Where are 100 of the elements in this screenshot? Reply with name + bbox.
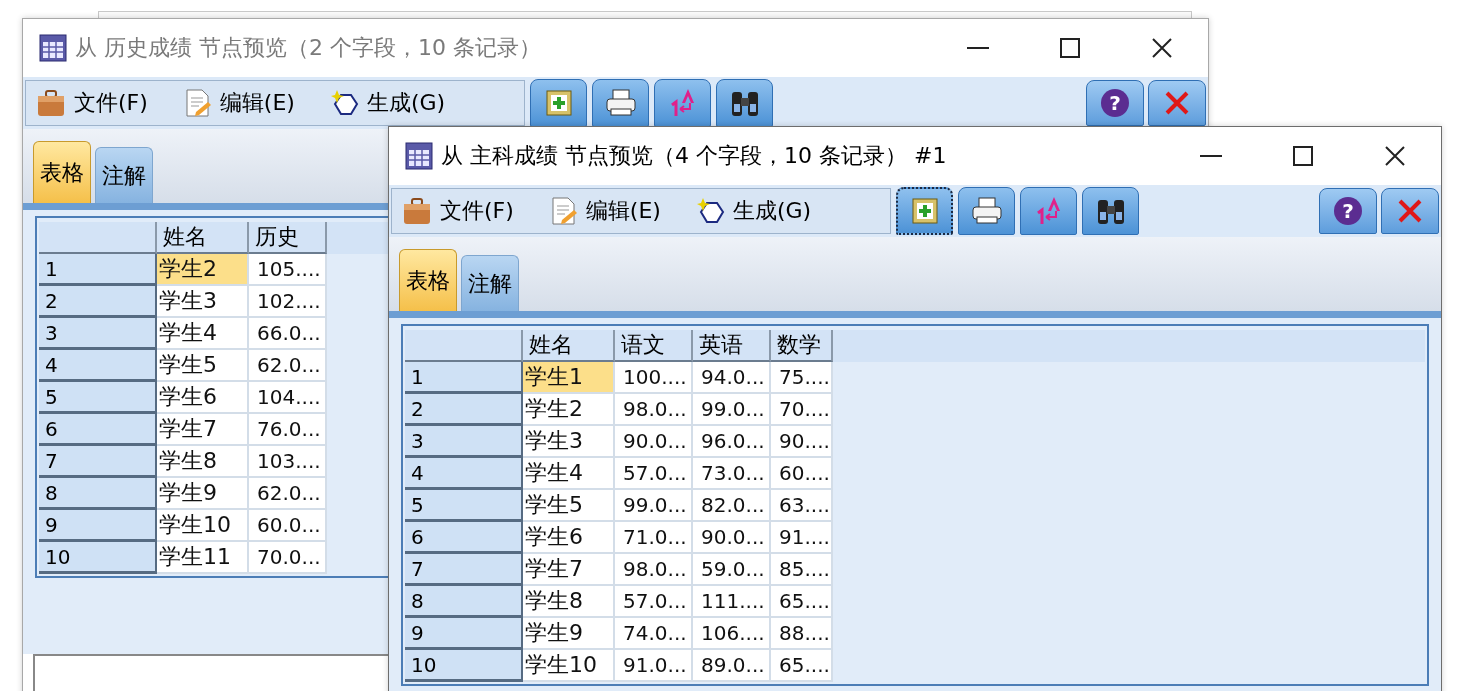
sparkle-hexagon-icon [330, 89, 359, 117]
table-cell: 88.... [771, 618, 833, 650]
table-cell: 70.... [771, 394, 833, 426]
toolbar-button[interactable] [896, 187, 953, 235]
printer-icon [970, 197, 1003, 225]
row-number: 5 [39, 382, 157, 414]
table-cell: 学生3 [157, 286, 249, 318]
row-number: 8 [39, 478, 157, 510]
table-cell: 学生6 [523, 522, 615, 554]
table-cell: 99.0... [615, 490, 693, 522]
table-cell: 90.0... [615, 426, 693, 458]
table-cell: 74.0... [615, 618, 693, 650]
maximize-icon[interactable] [1060, 38, 1080, 58]
row-number: 5 [405, 490, 523, 522]
table-cell: 学生5 [523, 490, 615, 522]
row-number: 1 [39, 254, 157, 286]
row-number: 10 [405, 650, 523, 682]
table-cell: 111.... [693, 586, 771, 618]
help-button[interactable]: ? [1086, 80, 1144, 126]
table-cell: 60.... [771, 458, 833, 490]
menu-item[interactable]: 文件(F) [440, 196, 514, 226]
menu-item[interactable]: 编辑(E) [585, 196, 661, 226]
row-number: 8 [405, 586, 523, 618]
table-cell: 学生7 [523, 554, 615, 586]
row-number: 6 [405, 522, 523, 554]
table-cell: 100.... [615, 362, 693, 394]
table-cell: 65.... [771, 586, 833, 618]
row-number: 1 [405, 362, 523, 394]
table-cell: 85.... [771, 554, 833, 586]
window-title: 从 主科成绩 节点预览（4 个字段，10 条记录） #1 [441, 142, 948, 170]
menu-item[interactable]: 生成(G) [366, 88, 446, 118]
table-cell: 学生8 [157, 446, 249, 478]
table-cell: 90.0... [693, 522, 771, 554]
table-cell: 63.... [771, 490, 833, 522]
table-cell: 学生5 [157, 350, 249, 382]
tab[interactable]: 表格 [399, 249, 457, 311]
table-cell: 104.... [249, 382, 327, 414]
menu-item[interactable]: 编辑(E) [219, 88, 295, 118]
tab[interactable]: 表格 [33, 141, 91, 203]
row-number: 9 [39, 510, 157, 542]
close-icon[interactable] [1152, 38, 1172, 58]
table-cell: 57.0... [615, 586, 693, 618]
row-number: 6 [39, 414, 157, 446]
document-pencil-icon [183, 88, 212, 118]
table-cell: 62.0... [249, 350, 327, 382]
column-header[interactable]: 姓名 [523, 330, 615, 362]
tab[interactable]: 注解 [95, 147, 153, 203]
table-cell: 91.0... [615, 650, 693, 682]
table-cell: 91.... [771, 522, 833, 554]
menu-item[interactable]: 文件(F) [74, 88, 148, 118]
table-cell: 学生9 [523, 618, 615, 650]
table-cell: 学生10 [157, 510, 249, 542]
row-number: 9 [405, 618, 523, 650]
row-number: 4 [39, 350, 157, 382]
row-number: 3 [405, 426, 523, 458]
table-cell: 103.... [249, 446, 327, 478]
table-cell: 学生9 [157, 478, 249, 510]
table-cell: 82.0... [693, 490, 771, 522]
toolbar-button[interactable] [1082, 187, 1139, 235]
close-icon[interactable] [1385, 146, 1405, 166]
table-cell: 62.0... [249, 478, 327, 510]
close-button[interactable] [1381, 188, 1439, 234]
help-button[interactable]: ? [1319, 188, 1377, 234]
table-cell: 94.0... [693, 362, 771, 394]
window-title: 从 历史成绩 节点预览（2 个字段，10 条记录） [75, 34, 542, 62]
row-number: 4 [405, 458, 523, 490]
row-number: 3 [39, 318, 157, 350]
table-cell: 学生10 [523, 650, 615, 682]
close-icon [1164, 90, 1190, 116]
column-header[interactable]: 语文 [615, 330, 693, 362]
table-cell: 75.... [771, 362, 833, 394]
maximize-icon[interactable] [1293, 146, 1313, 166]
briefcase-icon [402, 196, 432, 226]
table-cell: 89.0... [693, 650, 771, 682]
table-cell: 105.... [249, 254, 327, 286]
column-header[interactable]: 姓名 [157, 222, 249, 254]
close-icon [1397, 198, 1423, 224]
table-cell: 学生3 [523, 426, 615, 458]
toolbar-button[interactable] [716, 79, 773, 127]
tab[interactable]: 注解 [461, 255, 519, 311]
table-cell: 71.0... [615, 522, 693, 554]
printer-icon [604, 89, 637, 117]
menu-item[interactable]: 生成(G) [732, 196, 812, 226]
row-number: 2 [39, 286, 157, 318]
table-cell: 96.0... [693, 426, 771, 458]
column-header[interactable]: 历史 [249, 222, 327, 254]
table-cell: 76.0... [249, 414, 327, 446]
table-cell: 学生6 [157, 382, 249, 414]
table-window-icon [405, 142, 433, 170]
column-header[interactable]: 英语 [693, 330, 771, 362]
close-button[interactable] [1148, 80, 1206, 126]
add-table-icon [909, 196, 940, 226]
table-cell: 学生11 [157, 542, 249, 574]
table-cell: 59.0... [693, 554, 771, 586]
column-header[interactable]: 数学 [771, 330, 833, 362]
sparkle-hexagon-icon [696, 197, 725, 225]
table-cell: 65.... [771, 650, 833, 682]
row-number: 7 [39, 446, 157, 478]
table-cell: 102.... [249, 286, 327, 318]
table-cell: 57.0... [615, 458, 693, 490]
